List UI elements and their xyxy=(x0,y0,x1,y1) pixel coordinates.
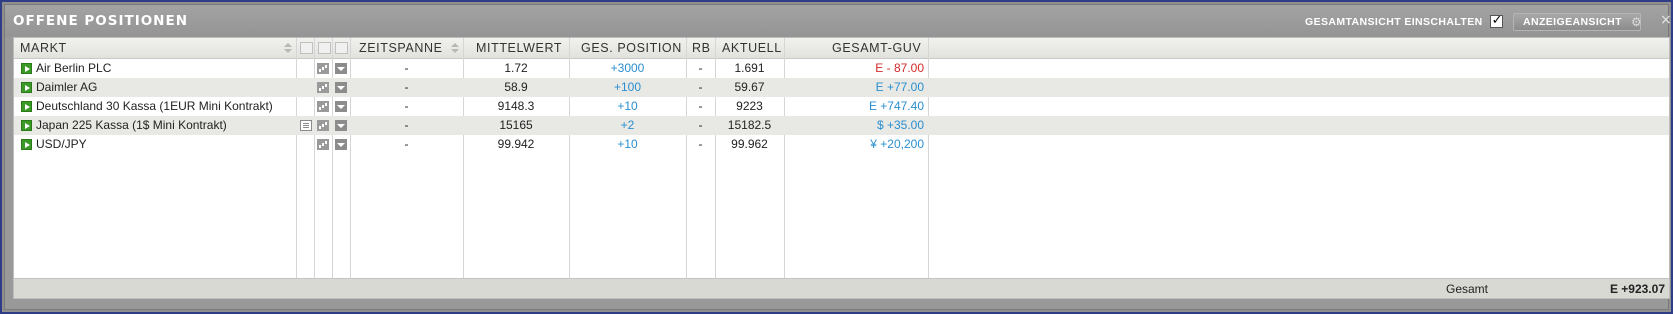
gesamtansicht-label: GESAMTANSICHT EINSCHALTEN xyxy=(1305,15,1483,28)
table-row[interactable]: USD/JPY -99.942 +10-99.962 ¥ +20,200 xyxy=(14,135,1669,154)
cell-markt: Japan 225 Kassa (1$ Mini Kontrakt) xyxy=(36,118,227,132)
header-mittelwert[interactable]: MITTELWERT xyxy=(476,38,562,59)
cell-aktuell: 15182.5 xyxy=(727,118,772,132)
open-market-icon[interactable] xyxy=(21,82,32,93)
title-bar: OFFENE POSITIONEN GESAMTANSICHT EINSCHAL… xyxy=(5,5,1672,37)
header-dropdown-icon xyxy=(335,42,348,54)
cell-position[interactable]: +100 xyxy=(569,78,686,97)
sort-zeitspanne-icon[interactable] xyxy=(451,43,459,55)
cell-mittelwert: 9148.3 xyxy=(497,99,535,113)
table-row[interactable]: Deutschland 30 Kassa (1EUR Mini Kontrakt… xyxy=(14,97,1669,116)
open-market-icon[interactable] xyxy=(21,139,32,150)
header-chart-icon xyxy=(318,42,331,54)
table-row[interactable]: Daimler AG -58.9 +100-59.67 E +77.00 xyxy=(14,78,1669,97)
cell-gesamt-guv: ¥ +20,200 xyxy=(870,137,924,151)
cell-markt: Daimler AG xyxy=(36,80,98,94)
cell-rb: - xyxy=(698,61,703,75)
cell-gesamt-guv: E +77.00 xyxy=(875,80,924,94)
table-header: MARKT ZEITSPANNE MITTELWERT GES. POSITIO… xyxy=(14,38,1669,59)
cell-markt: Deutschland 30 Kassa (1EUR Mini Kontrakt… xyxy=(36,99,273,113)
gear-icon: ⚙ xyxy=(1630,15,1643,29)
cell-position[interactable]: +10 xyxy=(569,135,686,154)
cell-rb: - xyxy=(698,99,703,113)
document-icon[interactable] xyxy=(300,120,312,131)
cell-rb: - xyxy=(698,137,703,151)
anzeigeansicht-label: ANZEIGEANSICHT xyxy=(1523,16,1622,28)
dropdown-icon[interactable] xyxy=(335,101,347,112)
header-rb[interactable]: RB xyxy=(692,38,711,59)
cell-markt: USD/JPY xyxy=(36,137,87,151)
header-aktuell[interactable]: AKTUELL xyxy=(722,38,782,59)
cell-rb: - xyxy=(698,80,703,94)
open-positions-panel: OFFENE POSITIONEN GESAMTANSICHT EINSCHAL… xyxy=(4,4,1672,310)
sort-markt-icon[interactable] xyxy=(284,43,292,55)
cell-gesamt-guv: $ +35.00 xyxy=(876,118,924,132)
header-zeitspanne[interactable]: ZEITSPANNE xyxy=(359,38,443,59)
open-market-icon[interactable] xyxy=(21,101,32,112)
chart-icon[interactable] xyxy=(317,120,329,131)
cell-mittelwert: 1.72 xyxy=(504,61,528,75)
gesamtansicht-checkbox[interactable] xyxy=(1489,13,1503,28)
open-market-icon[interactable] xyxy=(21,63,32,74)
anzeigeansicht-button[interactable]: ANZEIGEANSICHT ⚙ xyxy=(1513,13,1643,31)
positions-table: MARKT ZEITSPANNE MITTELWERT GES. POSITIO… xyxy=(13,37,1670,299)
cell-mittelwert: 15165 xyxy=(499,118,533,132)
window-frame: OFFENE POSITIONEN GESAMTANSICHT EINSCHAL… xyxy=(0,0,1673,314)
panel-title: OFFENE POSITIONEN xyxy=(13,13,189,29)
open-market-icon[interactable] xyxy=(21,120,32,131)
cell-zeitspanne: - xyxy=(404,137,409,151)
table-footer: Gesamt E +923.07 xyxy=(14,278,1669,298)
cell-mittelwert: 58.9 xyxy=(504,80,528,94)
cell-aktuell: 1.691 xyxy=(734,61,765,75)
gesamtansicht-toggle[interactable]: GESAMTANSICHT EINSCHALTEN xyxy=(1305,13,1503,28)
cell-gesamt-guv: E +747.40 xyxy=(868,99,924,113)
cell-aktuell: 9223 xyxy=(736,99,763,113)
cell-position[interactable]: +2 xyxy=(569,116,686,135)
cell-markt: Air Berlin PLC xyxy=(36,61,112,75)
dropdown-icon[interactable] xyxy=(335,63,347,74)
cell-zeitspanne: - xyxy=(404,99,409,113)
header-gesamt-guv[interactable]: GESAMT-GUV xyxy=(832,38,921,59)
cell-gesamt-guv: E - 87.00 xyxy=(875,61,924,75)
dropdown-icon[interactable] xyxy=(335,82,347,93)
cell-zeitspanne: - xyxy=(404,61,409,75)
table-row[interactable]: Japan 225 Kassa (1$ Mini Kontrakt) - 15165… xyxy=(14,116,1669,135)
chart-icon[interactable] xyxy=(317,63,329,74)
dropdown-icon[interactable] xyxy=(335,120,347,131)
chart-icon[interactable] xyxy=(317,139,329,150)
close-icon[interactable]: × xyxy=(1660,12,1672,28)
header-ges-position[interactable]: GES. POSITION xyxy=(581,38,682,59)
chart-icon[interactable] xyxy=(317,82,329,93)
header-doc-icon xyxy=(300,42,313,54)
footer-total-value: E +923.07 xyxy=(1609,282,1665,296)
header-markt[interactable]: MARKT xyxy=(20,38,67,59)
cell-position[interactable]: +10 xyxy=(569,97,686,116)
cell-aktuell: 99.962 xyxy=(731,137,768,151)
dropdown-icon[interactable] xyxy=(335,139,347,150)
cell-rb: - xyxy=(698,118,703,132)
cell-aktuell: 59.67 xyxy=(734,80,765,94)
table-row[interactable]: Air Berlin PLC -1.72 +3000-1.691 E - 87.00 xyxy=(14,59,1669,78)
cell-zeitspanne: - xyxy=(404,118,409,132)
cell-zeitspanne: - xyxy=(404,80,409,94)
footer-total-label: Gesamt xyxy=(1446,282,1489,296)
chart-icon[interactable] xyxy=(317,101,329,112)
cell-mittelwert: 99.942 xyxy=(497,137,535,151)
cell-position[interactable]: +3000 xyxy=(569,59,686,78)
